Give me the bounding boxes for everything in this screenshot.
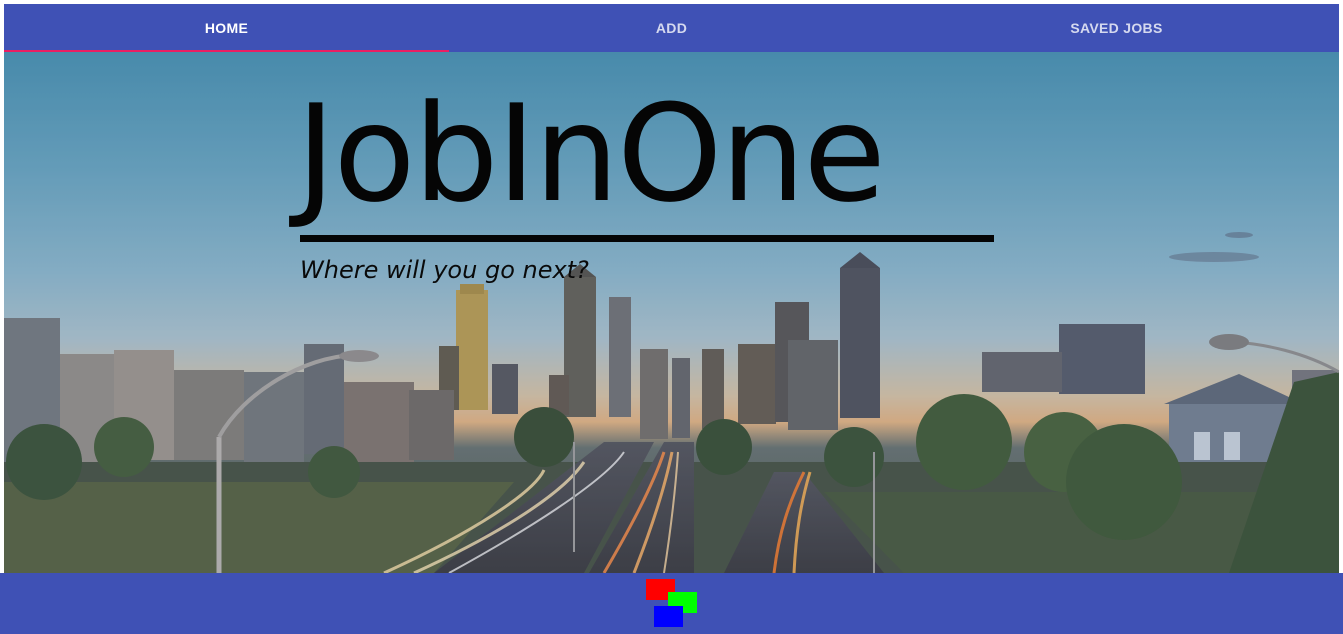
tab-add[interactable]: ADD [449, 4, 894, 52]
logo-blue-square [654, 606, 683, 627]
tab-saved-jobs-label: SAVED JOBS [1070, 20, 1163, 36]
app-frame: HOME ADD SAVED JOBS JobInOne Where will … [0, 0, 1343, 634]
brand-underline [300, 235, 994, 242]
brand-tagline: Where will you go next? [300, 256, 589, 284]
top-tab-bar: HOME ADD SAVED JOBS [4, 4, 1339, 52]
rgb-squares-logo-icon[interactable] [646, 579, 698, 629]
tab-saved-jobs[interactable]: SAVED JOBS [894, 4, 1339, 52]
tab-add-label: ADD [655, 20, 688, 36]
tab-home-label: HOME [204, 20, 249, 36]
tab-home[interactable]: HOME [4, 4, 449, 52]
bottom-bar [0, 573, 1343, 634]
hero-banner: JobInOne Where will you go next? [4, 52, 1339, 573]
brand-title: JobInOne [296, 76, 886, 232]
